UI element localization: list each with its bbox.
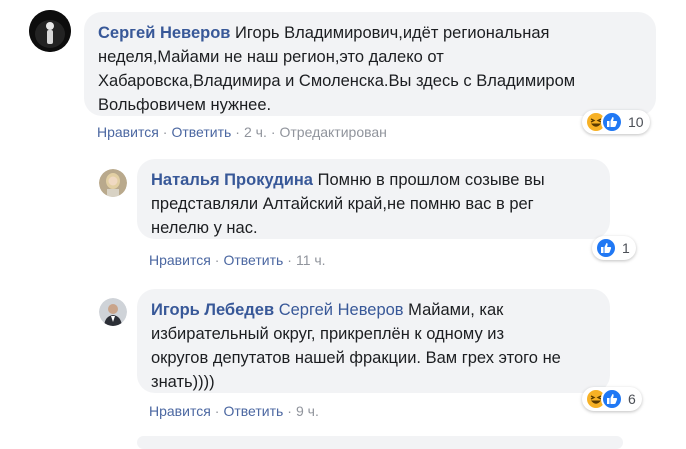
comment-author[interactable]: Наталья Прокудина bbox=[151, 171, 313, 189]
reaction-count: 6 bbox=[628, 391, 636, 407]
avatar[interactable] bbox=[99, 169, 127, 197]
like-icon bbox=[601, 388, 623, 410]
reply-link[interactable]: Ответить bbox=[223, 403, 283, 419]
reaction-count: 1 bbox=[622, 240, 630, 256]
timestamp[interactable]: 2 ч. bbox=[244, 124, 267, 140]
like-link[interactable]: Нравится bbox=[149, 252, 211, 268]
comment-actions: Нравится · Ответить · 2 ч. · Отредактирован bbox=[97, 124, 387, 140]
comment-bubble bbox=[137, 436, 623, 449]
comment-text-line: Майами, как bbox=[403, 301, 504, 319]
edited-label[interactable]: Отредактирован bbox=[280, 124, 387, 140]
comment-bubble: Сергей Неверов Игорь Владимирович,идёт р… bbox=[84, 12, 656, 116]
mention-link[interactable]: Сергей Неверов bbox=[279, 301, 404, 319]
comment-text-line: Вольфовичем нужнее. bbox=[98, 96, 272, 114]
avatar[interactable] bbox=[99, 298, 127, 326]
timestamp[interactable]: 9 ч. bbox=[296, 403, 319, 419]
reply-link[interactable]: Ответить bbox=[171, 124, 231, 140]
reactions-summary[interactable]: 10 bbox=[582, 110, 650, 134]
comment-text-line: знать)))) bbox=[151, 373, 215, 391]
comment-text-line: Помню в прошлом созыве вы bbox=[313, 171, 545, 189]
like-icon bbox=[595, 237, 617, 259]
comment-text-line: округов депутатов нашей фракции. Вам гре… bbox=[151, 349, 561, 367]
comment-actions: Нравится · Ответить · 9 ч. bbox=[149, 403, 319, 419]
avatar[interactable] bbox=[29, 10, 71, 52]
comment-text-line: представляли Алтайский край,не помню вас… bbox=[151, 195, 534, 213]
reactions-summary[interactable]: 6 bbox=[582, 387, 642, 411]
timestamp[interactable]: 11 ч. bbox=[296, 252, 326, 268]
like-link[interactable]: Нравится bbox=[97, 124, 159, 140]
comment-text-line: нелелю у нас. bbox=[151, 219, 258, 237]
like-link[interactable]: Нравится bbox=[149, 403, 211, 419]
reply-link[interactable]: Ответить bbox=[223, 252, 283, 268]
comment-bubble: Игорь Лебедев Сергей Неверов Майами, как… bbox=[137, 289, 610, 393]
comment-actions: Нравится · Ответить · 11 ч. bbox=[149, 252, 326, 268]
comment-text-line: избирательный округ, прикреплён к одному… bbox=[151, 325, 505, 343]
comment-text-line: неделя,Майами не наш регион,это далеко о… bbox=[98, 48, 444, 66]
like-icon bbox=[601, 111, 623, 133]
comment-bubble: Наталья Прокудина Помню в прошлом созыве… bbox=[137, 159, 610, 239]
comment-author[interactable]: Игорь Лебедев bbox=[151, 301, 274, 319]
comment-text-line: Игорь Владимирович,идёт региональная bbox=[230, 24, 550, 42]
comment-author[interactable]: Сергей Неверов bbox=[98, 24, 230, 42]
reactions-summary[interactable]: 1 bbox=[592, 236, 636, 260]
reaction-count: 10 bbox=[628, 114, 644, 130]
comment-text-line: Хабаровска,Владимира и Смоленска.Вы здес… bbox=[98, 72, 576, 90]
